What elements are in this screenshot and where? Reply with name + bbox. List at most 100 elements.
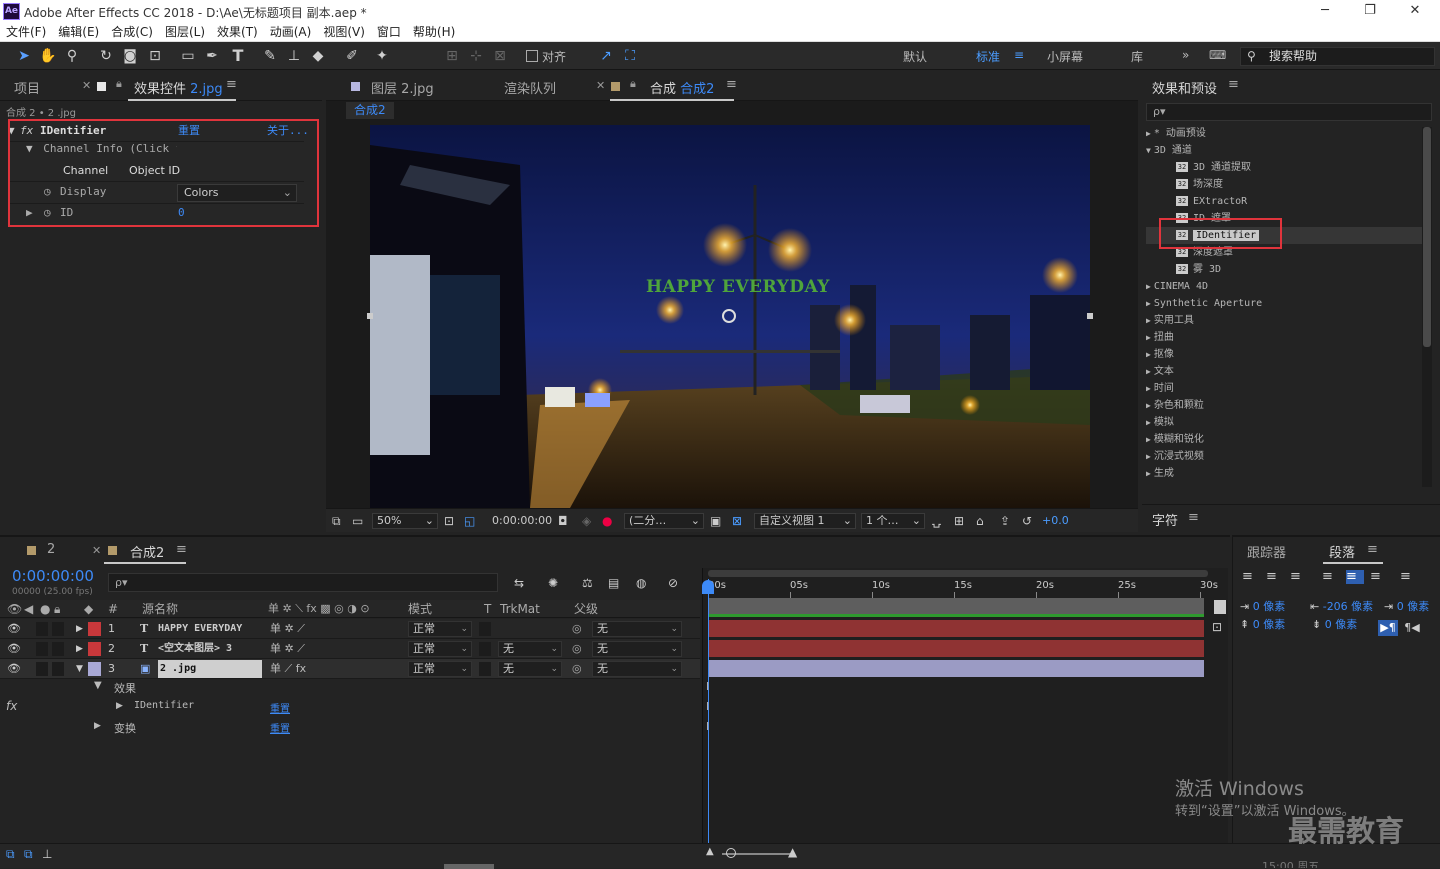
display-icon[interactable]: ▭ [352, 513, 363, 529]
parent-dropdown[interactable]: 无 ⌄ [592, 621, 682, 637]
tab-composition[interactable]: 合成 合成2 [650, 78, 714, 97]
close-tab-icon[interactable]: ✕ [82, 79, 91, 92]
effect-category[interactable]: ▶ Synthetic Aperture [1146, 295, 1422, 312]
align-right-icon[interactable]: ≡ [1290, 570, 1308, 584]
view-axis-icon[interactable]: ⊠ [490, 46, 510, 66]
tab-project[interactable]: 项目 [14, 78, 40, 97]
handle[interactable] [1087, 313, 1093, 319]
justify-center-icon[interactable]: ≡ [1346, 570, 1364, 584]
close-icon[interactable]: ✕ [1400, 2, 1430, 20]
layer-name[interactable]: HAPPY EVERYDAY [158, 619, 242, 639]
effect-category[interactable]: ▶ 沉浸式视频 [1146, 448, 1422, 465]
snap-options-icon[interactable]: ⛶ [620, 46, 640, 66]
switches-header-icon[interactable]: 单 ✲ ⟍ fx ▩ ◎ ◑ ⊙ [268, 600, 370, 618]
space-after-row[interactable]: ⇟ 0 像素 [1312, 616, 1357, 632]
frame-blending-icon[interactable]: ▤ [608, 575, 619, 591]
pen-tool-icon[interactable]: ✒ [202, 46, 222, 66]
handle[interactable] [367, 313, 373, 319]
minimize-icon[interactable]: ─ [1310, 2, 1340, 20]
layer-name[interactable]: <空文本图层> 3 [158, 639, 232, 659]
timeline-timecode[interactable]: 0:00:00:00 [12, 567, 94, 585]
panel-menu-icon[interactable]: ≡ [1367, 542, 1378, 557]
more-workspaces-icon[interactable]: » [1182, 48, 1189, 62]
hand-tool-icon[interactable]: ✋ [38, 46, 58, 66]
ltr-direction-icon[interactable]: ▶¶ [1378, 620, 1398, 636]
tab-tracker[interactable]: 跟踪器 [1247, 542, 1286, 561]
overlay-text[interactable]: HAPPY EVERYDAY [646, 277, 830, 297]
audio-header-icon[interactable]: ◀ [24, 600, 33, 618]
twirl-closed-icon[interactable]: ▶ [1146, 418, 1151, 427]
layer-1-duration-bar[interactable] [708, 620, 1204, 637]
fast-preview-icon[interactable]: ▣ [710, 513, 721, 529]
mode-header[interactable]: 模式 [408, 600, 432, 618]
menu-composition[interactable]: 合成(C) [105, 23, 159, 42]
pick-whip-icon[interactable]: ◎ [572, 619, 582, 639]
snap-icon[interactable]: ↗ [596, 46, 616, 66]
audio-toggle[interactable] [36, 622, 48, 636]
rotate-tool-icon[interactable]: ↻ [96, 46, 116, 66]
scrollbar[interactable] [1422, 127, 1432, 487]
draft-3d-icon[interactable]: ✺ [548, 575, 558, 591]
workspace-small-screen[interactable]: 小屏幕 [1047, 48, 1083, 65]
camera-tool-icon[interactable]: ◙ [120, 46, 140, 66]
menu-edit[interactable]: 编辑(E) [52, 23, 105, 42]
solo-toggle[interactable] [52, 622, 64, 636]
twirl-closed-icon[interactable]: ▶ [76, 639, 83, 659]
effect-item[interactable]: 32 雾 3D [1146, 261, 1422, 278]
twirl-closed-icon[interactable]: ▶ [1146, 129, 1151, 138]
visibility-icon[interactable]: 👁︎ [7, 639, 21, 659]
effect-category[interactable]: ▼ 3D 通道 [1146, 142, 1422, 159]
menu-animation[interactable]: 动画(A) [264, 23, 318, 42]
solo-toggle[interactable] [52, 662, 64, 676]
tab-render-2[interactable]: 2 [47, 542, 55, 557]
twirl-closed-icon[interactable]: ▶ [1146, 282, 1151, 291]
pan-behind-tool-icon[interactable]: ⊡ [145, 46, 165, 66]
mode-dropdown[interactable]: 正常 ⌄ [408, 641, 472, 657]
parent-dropdown[interactable]: 无 ⌄ [592, 641, 682, 657]
views-dropdown[interactable]: 1 个… ⌄ [861, 513, 925, 529]
workspace-panel-icon[interactable]: ⌨ [1209, 48, 1226, 62]
workspace-default[interactable]: 默认 [903, 48, 927, 65]
twirl-closed-icon[interactable]: ▶ [1146, 384, 1151, 393]
audio-toggle[interactable] [36, 662, 48, 676]
twirl-closed-icon[interactable]: ▶ [1146, 367, 1151, 376]
menu-layer[interactable]: 图层(L) [159, 23, 211, 42]
layer-row[interactable]: 👁︎ ▶ 2 T <空文本图层> 3单 ✲ ⟋ 正常 ⌄ 无 ⌄ ◎ 无 ⌄ [0, 639, 700, 659]
effect-category[interactable]: ▶ * 动画预设 [1146, 125, 1422, 142]
channel-icon[interactable]: ● [602, 513, 612, 529]
resolution-dropdown[interactable]: (二分… ⌄ [624, 513, 704, 529]
justify-right-icon[interactable]: ≡ [1370, 570, 1388, 584]
layer-switches-icon[interactable]: 单 ⟋ fx [270, 659, 306, 679]
graph-editor-icon[interactable]: ⊘ [668, 575, 678, 591]
twirl-open-icon[interactable]: ▼ [76, 659, 83, 679]
pixel-aspect-icon[interactable]: ⍽ [932, 513, 941, 529]
effect-category[interactable]: ▶ 模糊和锐化 [1146, 431, 1422, 448]
label-color-swatch[interactable] [88, 622, 101, 636]
comp-marker-icon[interactable] [1214, 600, 1226, 614]
menu-window[interactable]: 窗口 [371, 23, 407, 42]
justify-left-icon[interactable]: ≡ [1322, 570, 1340, 584]
view-dropdown[interactable]: 自定义视图 1 ⌄ [754, 513, 856, 529]
parent-dropdown[interactable]: 无 ⌄ [592, 661, 682, 677]
roto-brush-tool-icon[interactable]: ✐ [342, 46, 362, 66]
transparency-grid-icon[interactable]: ◱ [464, 513, 475, 529]
zoom-dropdown[interactable]: 50% ⌄ [372, 513, 438, 529]
local-axis-icon[interactable]: ⊞ [442, 46, 462, 66]
preserve-transparency-checkbox[interactable] [479, 662, 491, 676]
lock-icon[interactable]: 🔒︎ [116, 77, 122, 91]
tab-effect-controls[interactable]: 效果控件 2.jpg [134, 78, 223, 97]
twirl-closed-icon[interactable]: ▶ [1146, 316, 1151, 325]
timecode-display[interactable]: 0:00:00:00 [492, 513, 552, 529]
pick-whip-icon[interactable]: ◎ [572, 659, 582, 679]
twirl-open-icon[interactable]: ▼ [94, 680, 102, 691]
twirl-open-icon[interactable]: ▼ [1146, 146, 1151, 155]
puppet-pin-tool-icon[interactable]: ✦ [372, 46, 392, 66]
twirl-closed-icon[interactable]: ▶ [94, 721, 101, 731]
effect-category[interactable]: ▶ 扭曲 [1146, 329, 1422, 346]
indent-left-row[interactable]: ⇥ 0 像素 [1240, 598, 1285, 614]
effect-category[interactable]: ▶ 抠像 [1146, 346, 1422, 363]
menu-file[interactable]: 文件(F) [0, 23, 52, 42]
menu-help[interactable]: 帮助(H) [407, 23, 461, 42]
toggle-mask-icon[interactable]: ⊠ [732, 513, 742, 529]
preserve-transparency-checkbox[interactable] [479, 642, 491, 656]
